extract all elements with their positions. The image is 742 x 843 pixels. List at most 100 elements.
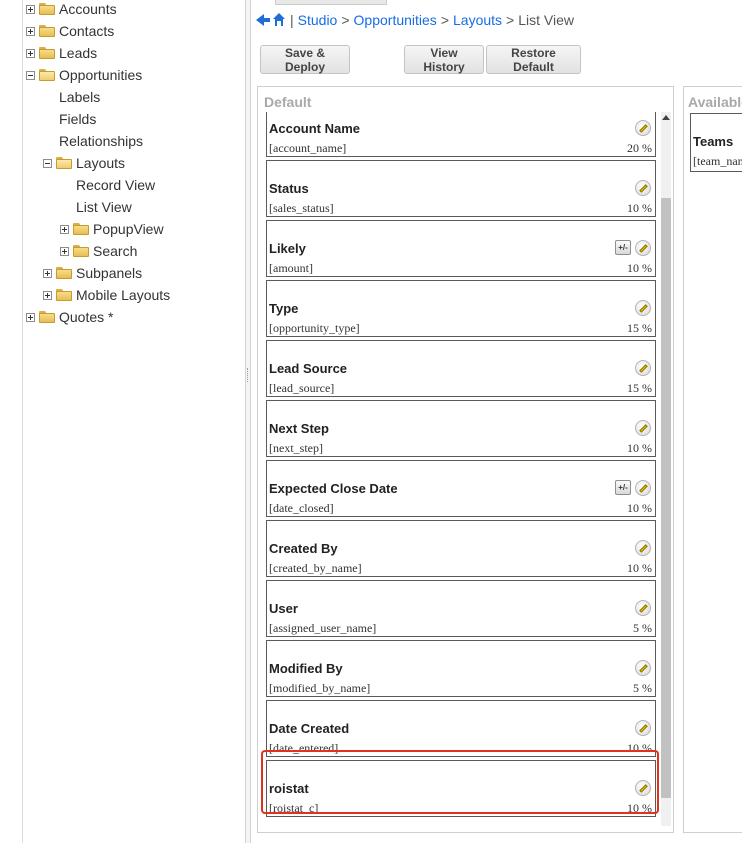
- tree-node-mobile-layouts[interactable]: Mobile Layouts: [43, 285, 170, 305]
- available-field-teams[interactable]: Teams [team_name]: [690, 113, 742, 172]
- breadcrumb-separator: >: [341, 12, 350, 28]
- back-arrow-icon[interactable]: [256, 13, 270, 27]
- field-label: User: [269, 601, 298, 616]
- save-deploy-button[interactable]: Save & Deploy: [260, 45, 350, 74]
- field-name: [modified_by_name]: [269, 681, 371, 695]
- expand-icon[interactable]: [26, 48, 35, 58]
- collapse-icon[interactable]: [43, 158, 52, 168]
- tree-node-accounts[interactable]: Accounts: [26, 0, 117, 19]
- default-field-list: Account Name [account_name] 20 % Status …: [266, 112, 656, 830]
- folder-icon: [73, 223, 89, 235]
- pencil-icon[interactable]: [635, 660, 651, 676]
- field-item-date-created[interactable]: Date Created [date_entered] 10 %: [266, 700, 656, 757]
- breadcrumb-current: List View: [518, 12, 575, 28]
- default-fields-panel: Default Account Name [account_name] 20 %…: [257, 86, 674, 833]
- field-label: Status: [269, 181, 309, 196]
- field-width: 10 %: [627, 741, 652, 755]
- pencil-icon[interactable]: [635, 180, 651, 196]
- field-item-account-name[interactable]: Account Name [account_name] 20 %: [266, 112, 656, 157]
- tree-node-list-view[interactable]: List View: [76, 197, 132, 217]
- field-label: Likely: [269, 241, 306, 256]
- field-label: Expected Close Date: [269, 481, 398, 496]
- breadcrumb-studio[interactable]: Studio: [298, 12, 338, 28]
- tree-node-record-view[interactable]: Record View: [76, 175, 155, 195]
- field-item-likely[interactable]: Likely +/- [amount] 10 %: [266, 220, 656, 277]
- tree-node-subpanels[interactable]: Subpanels: [43, 263, 142, 283]
- field-name: [amount]: [269, 261, 313, 275]
- tree-node-opportunities[interactable]: Opportunities: [26, 65, 142, 85]
- tree-node-contacts[interactable]: Contacts: [26, 21, 114, 41]
- scroll-thumb[interactable]: [661, 198, 671, 798]
- field-item-created-by[interactable]: Created By [created_by_name] 10 %: [266, 520, 656, 577]
- folder-open-icon: [56, 157, 72, 169]
- expand-icon[interactable]: [43, 290, 52, 300]
- calculator-icon[interactable]: +/-: [615, 480, 631, 495]
- tree-node-popupview[interactable]: PopupView: [60, 219, 164, 239]
- tree-label: PopupView: [93, 221, 164, 237]
- tree-node-search[interactable]: Search: [60, 241, 137, 261]
- field-width: 10 %: [627, 201, 652, 215]
- breadcrumb: | Studio > Opportunities > Layouts > Lis…: [256, 9, 574, 31]
- expand-icon[interactable]: [26, 4, 35, 14]
- available-fields-panel: Available Teams [team_name]: [683, 86, 742, 833]
- tree-node-fields[interactable]: Fields: [59, 109, 96, 129]
- field-item-modified-by[interactable]: Modified By [modified_by_name] 5 %: [266, 640, 656, 697]
- pencil-icon[interactable]: [635, 360, 651, 376]
- pencil-icon[interactable]: [635, 600, 651, 616]
- pencil-icon[interactable]: [635, 240, 651, 256]
- breadcrumb-layouts[interactable]: Layouts: [453, 12, 502, 28]
- view-history-button[interactable]: View History: [404, 45, 484, 74]
- field-label: Created By: [269, 541, 338, 556]
- expand-icon[interactable]: [43, 268, 52, 278]
- tree-label: Relationships: [59, 133, 144, 149]
- field-item-expected-close-date[interactable]: Expected Close Date +/- [date_closed] 10…: [266, 460, 656, 517]
- calculator-icon[interactable]: +/-: [615, 240, 631, 255]
- field-item-user[interactable]: User [assigned_user_name] 5 %: [266, 580, 656, 637]
- tree-node-leads[interactable]: Leads: [26, 43, 97, 63]
- tree-label: Opportunities: [59, 67, 143, 83]
- field-name: [roistat_c]: [269, 801, 319, 815]
- restore-default-button[interactable]: Restore Default: [486, 45, 581, 74]
- pencil-icon[interactable]: [635, 480, 651, 496]
- expand-icon[interactable]: [26, 312, 35, 322]
- field-name: [opportunity_type]: [269, 321, 360, 335]
- tree-node-layouts[interactable]: Layouts: [43, 153, 125, 173]
- pencil-icon[interactable]: [635, 420, 651, 436]
- folder-icon: [39, 3, 55, 15]
- pencil-icon[interactable]: [635, 300, 651, 316]
- folder-icon: [56, 267, 72, 279]
- pencil-icon[interactable]: [635, 540, 651, 556]
- field-item-lead-source[interactable]: Lead Source [lead_source] 15 %: [266, 340, 656, 397]
- tree-node-relationships[interactable]: Relationships: [59, 131, 143, 151]
- collapse-icon[interactable]: [26, 70, 35, 80]
- field-item-status[interactable]: Status [sales_status] 10 %: [266, 160, 656, 217]
- splitter-grip-icon[interactable]: [247, 368, 250, 382]
- field-width: 5 %: [633, 621, 652, 635]
- field-name: [team_name]: [693, 154, 742, 168]
- pencil-icon[interactable]: [635, 720, 651, 736]
- pencil-icon[interactable]: [635, 120, 651, 136]
- expand-icon[interactable]: [60, 224, 69, 234]
- home-icon[interactable]: [272, 13, 286, 27]
- field-name: [lead_source]: [269, 381, 335, 395]
- main-content: | Studio > Opportunities > Layouts > Lis…: [251, 0, 742, 843]
- tree-node-labels[interactable]: Labels: [59, 87, 100, 107]
- expand-icon[interactable]: [60, 246, 69, 256]
- tree-label: Contacts: [59, 23, 115, 39]
- breadcrumb-separator: >: [506, 12, 515, 28]
- field-name: [date_closed]: [269, 501, 334, 515]
- field-item-next-step[interactable]: Next Step [next_step] 10 %: [266, 400, 656, 457]
- field-name: [sales_status]: [269, 201, 334, 215]
- breadcrumb-opportunities[interactable]: Opportunities: [354, 12, 437, 28]
- expand-icon[interactable]: [26, 26, 35, 36]
- pencil-icon[interactable]: [635, 780, 651, 796]
- field-width: 15 %: [627, 381, 652, 395]
- tree-node-quotes[interactable]: Quotes *: [26, 307, 113, 327]
- scroll-up-arrow-icon[interactable]: [662, 115, 670, 120]
- field-item-type[interactable]: Type [opportunity_type] 15 %: [266, 280, 656, 337]
- folder-open-icon: [39, 69, 55, 81]
- field-width: 15 %: [627, 321, 652, 335]
- field-item-roistat[interactable]: roistat [roistat_c] 10 %: [266, 760, 656, 817]
- field-label: Modified By: [269, 661, 343, 676]
- default-list-scrollbar[interactable]: [661, 112, 671, 826]
